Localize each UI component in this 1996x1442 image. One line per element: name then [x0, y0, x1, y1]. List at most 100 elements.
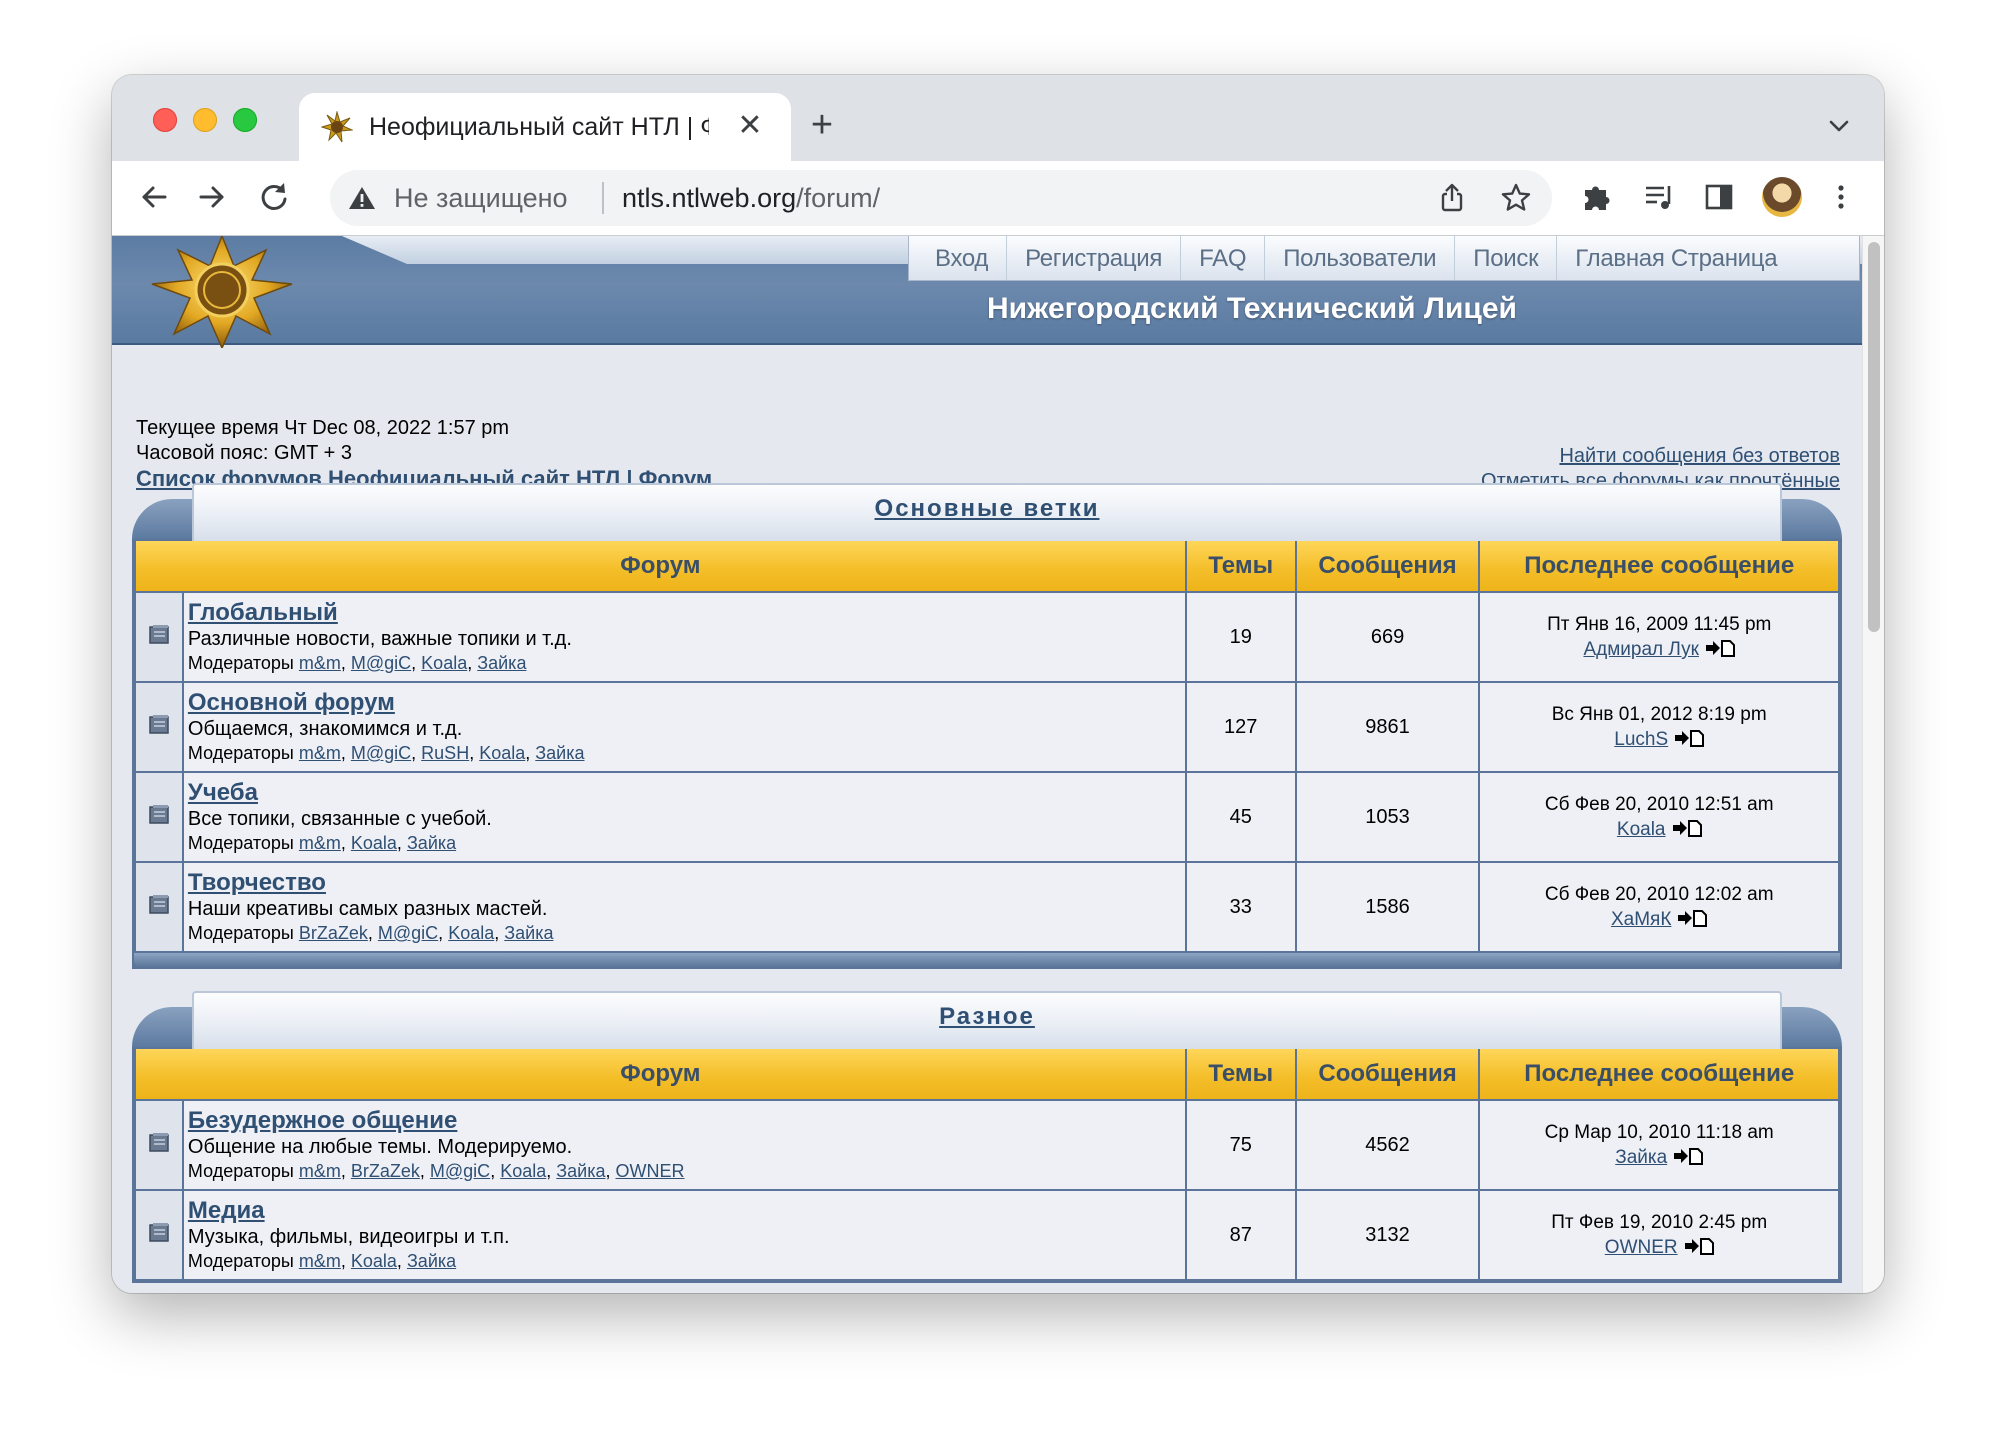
forum-link[interactable]: Безудержное общение [188, 1108, 1185, 1134]
reload-icon[interactable] [254, 177, 294, 217]
menu-register[interactable]: Регистрация [1006, 236, 1180, 280]
security-status[interactable]: Не защищено [394, 183, 568, 214]
kebab-menu-icon[interactable] [1824, 180, 1858, 214]
last-post-author[interactable]: OWNER [1605, 1237, 1678, 1258]
last-post-cell: Пт Фев 19, 2010 2:45 pm OWNER [1478, 1189, 1840, 1281]
last-post-author[interactable]: ХаМяК [1611, 909, 1671, 930]
column-last-post: Последнее сообщение [1478, 539, 1840, 593]
topics-count: 87 [1184, 1189, 1297, 1281]
site-logo[interactable] [142, 236, 302, 348]
moderator-link[interactable]: m&m [299, 1161, 341, 1181]
moderator-link[interactable]: Koala [500, 1161, 546, 1181]
moderator-link[interactable]: Koala [479, 743, 525, 763]
active-tab[interactable]: Неофициальный сайт НТЛ | Ф ✕ [299, 93, 791, 161]
forum-cell: Творчество Наши креативы самых разных мас… [181, 861, 1187, 953]
last-post-author[interactable]: Koala [1617, 819, 1666, 840]
moderators-label: Модераторы [187, 923, 294, 943]
moderator-link[interactable]: M@giC [430, 1161, 490, 1181]
moderator-link[interactable]: Koala [448, 923, 494, 943]
topics-count: 19 [1184, 591, 1297, 683]
last-post-author[interactable]: Адмирал Лук [1583, 639, 1698, 660]
moderator-link[interactable]: RuSH [421, 743, 469, 763]
category-body: Форум Темы Сообщения Последнее сообщение Гло… [132, 539, 1842, 969]
url-text[interactable]: ntls.ntlweb.org/forum/ [622, 183, 880, 214]
menu-home[interactable]: Главная Страница [1556, 236, 1795, 280]
minimize-window-button[interactable] [193, 108, 217, 132]
moderator-link[interactable]: Зайка [407, 1251, 456, 1271]
side-panel-icon[interactable] [1702, 180, 1736, 214]
table-header-row: Форум Темы Сообщения Последнее сообщение [134, 1047, 1840, 1101]
moderator-link[interactable]: Зайка [535, 743, 584, 763]
moderator-link[interactable]: m&m [299, 833, 341, 853]
star-icon[interactable] [1500, 182, 1532, 214]
moderators-label: Модераторы [187, 743, 294, 763]
menu-login[interactable]: Вход [909, 236, 1006, 280]
forum-link[interactable]: Глобальный [188, 600, 1185, 626]
address-bar[interactable]: Не защищено ntls.ntlweb.org/forum/ [330, 170, 1552, 226]
category-title[interactable]: Основные ветки [132, 495, 1842, 523]
moderator-link[interactable]: Зайка [407, 833, 456, 853]
close-window-button[interactable] [153, 108, 177, 132]
media-queue-icon[interactable] [1642, 180, 1676, 214]
moderator-link[interactable]: Koala [351, 1251, 397, 1271]
forum-cell: Безудержное общение Общение на любые темы… [181, 1099, 1187, 1191]
forum-description: Музыка, фильмы, видеоигры и т.п. [187, 1226, 510, 1248]
moderator-link[interactable]: m&m [299, 743, 341, 763]
view-latest-post-icon[interactable] [1667, 1147, 1704, 1168]
moderator-link[interactable]: M@giC [351, 653, 411, 673]
view-latest-post-icon[interactable] [1668, 729, 1705, 750]
zoom-window-button[interactable] [233, 108, 257, 132]
topics-count: 45 [1184, 771, 1297, 863]
moderator-link[interactable]: OWNER [616, 1161, 685, 1181]
last-post-author[interactable]: Зайка [1615, 1147, 1667, 1168]
moderators-label: Модераторы [187, 833, 294, 853]
share-icon[interactable] [1436, 182, 1468, 214]
moderator-link[interactable]: Зайка [477, 653, 526, 673]
column-forum: Форум [134, 539, 1187, 593]
moderator-link[interactable]: Зайка [556, 1161, 605, 1181]
folder-icon [146, 714, 172, 742]
moderator-link[interactable]: M@giC [378, 923, 438, 943]
column-last-post: Последнее сообщение [1478, 1047, 1840, 1101]
unanswered-posts-link[interactable]: Найти сообщения без ответов [1481, 444, 1840, 469]
moderator-link[interactable]: m&m [299, 653, 341, 673]
menu-faq[interactable]: FAQ [1180, 236, 1264, 280]
forum-link[interactable]: Учеба [188, 780, 1185, 806]
moderator-link[interactable]: BrZaZek [351, 1161, 420, 1181]
posts-count: 3132 [1294, 1189, 1481, 1281]
chevron-down-icon[interactable] [1824, 111, 1854, 141]
moderator-link[interactable]: Зайка [504, 923, 553, 943]
view-latest-post-icon[interactable] [1666, 819, 1702, 840]
moderator-link[interactable]: M@giC [351, 743, 411, 763]
puzzle-icon[interactable] [1579, 180, 1613, 214]
forum-link[interactable]: Основной форум [188, 690, 1185, 716]
last-post-cell: Сб Фев 20, 2010 12:51 am Koala [1478, 771, 1840, 863]
arrow-left-icon[interactable] [134, 177, 174, 217]
category-header: Основные ветки [132, 483, 1842, 541]
page-scrollbar[interactable] [1862, 236, 1884, 1293]
forum-link[interactable]: Творчество [188, 870, 1185, 896]
timezone: Часовой пояс: GMT + 3 [136, 442, 352, 464]
menu-search[interactable]: Поиск [1454, 236, 1556, 280]
moderator-link[interactable]: Koala [351, 833, 397, 853]
last-post-date: Ср Мар 10, 2010 11:18 am [1544, 1122, 1774, 1143]
arrow-right-icon[interactable] [192, 177, 232, 217]
view-latest-post-icon[interactable] [1699, 639, 1735, 660]
new-tab-button[interactable]: + [802, 105, 842, 145]
moderator-link[interactable]: m&m [299, 1251, 341, 1271]
last-post-author[interactable]: LuchS [1614, 729, 1668, 750]
category-title[interactable]: Разное [132, 1003, 1842, 1031]
moderator-link[interactable]: BrZaZek [299, 923, 368, 943]
menu-users[interactable]: Пользователи [1264, 236, 1454, 280]
url-path: /forum/ [796, 183, 881, 213]
scrollbar-thumb[interactable] [1868, 242, 1880, 632]
tab-close-icon[interactable]: ✕ [733, 107, 767, 145]
view-latest-post-icon[interactable] [1671, 909, 1708, 930]
profile-avatar[interactable] [1762, 177, 1802, 217]
view-latest-post-icon[interactable] [1678, 1237, 1714, 1258]
forum-icon-cell [134, 1099, 184, 1191]
moderator-link[interactable]: Koala [421, 653, 467, 673]
warning-triangle-icon[interactable] [348, 185, 376, 211]
forum-link[interactable]: Медиа [188, 1198, 1185, 1224]
column-posts: Сообщения [1294, 539, 1481, 593]
